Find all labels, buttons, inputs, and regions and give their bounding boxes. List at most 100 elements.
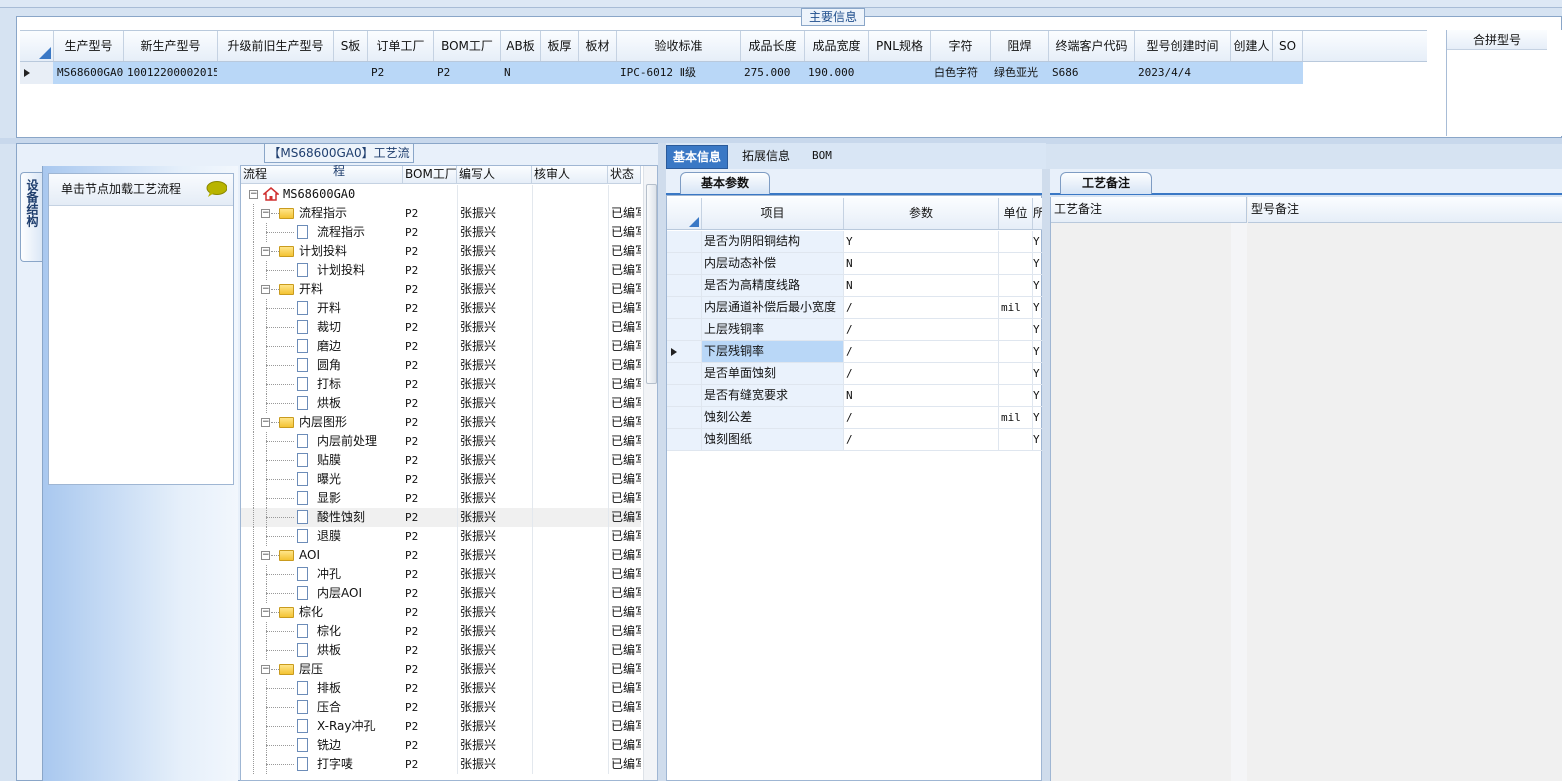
tree-col-header[interactable]: BOM工厂	[403, 166, 457, 183]
tree-bom-cell[interactable]: P2	[403, 375, 457, 394]
tree-flow-cell[interactable]: 酸性蚀刻	[241, 508, 403, 527]
tree-row[interactable]: 开料 P2张振兴 已编写	[241, 299, 641, 318]
tree-status-cell[interactable]: 已编写	[608, 603, 641, 622]
tree-flow-cell[interactable]: − 流程指示	[241, 204, 403, 223]
tree-row[interactable]: 贴膜 P2张振兴 已编写	[241, 451, 641, 470]
tree-flow-cell[interactable]: 显影	[241, 489, 403, 508]
tree-bom-cell[interactable]: P2	[403, 698, 457, 717]
tree-status-cell[interactable]: 已编写	[608, 508, 641, 527]
main-cell[interactable]: S686	[1049, 62, 1135, 84]
tree-writer-cell[interactable]: 张振兴	[457, 375, 532, 394]
param-row[interactable]: 内层动态补偿 N Y	[667, 253, 1043, 275]
tree-writer-cell[interactable]: 张振兴	[457, 413, 532, 432]
main-col-header[interactable]: 成品宽度	[805, 31, 869, 61]
param-unit-cell[interactable]	[999, 275, 1033, 296]
tree-bom-cell[interactable]: P2	[403, 261, 457, 280]
param-unit-cell[interactable]	[999, 363, 1033, 384]
main-cell[interactable]: N	[501, 62, 541, 84]
collapse-toggle-icon[interactable]: −	[249, 190, 258, 199]
model-remark-area[interactable]: 型号备注	[1248, 197, 1562, 781]
tree-bom-cell[interactable]: P2	[403, 413, 457, 432]
tree-reviewer-cell[interactable]	[532, 698, 608, 717]
tree-flow-cell[interactable]: 退膜	[241, 527, 403, 546]
tree-row[interactable]: 流程指示 P2张振兴 已编写	[241, 223, 641, 242]
tree-reviewer-cell[interactable]	[532, 318, 608, 337]
tree-reviewer-cell[interactable]	[532, 736, 608, 755]
tree-bom-cell[interactable]: P2	[403, 470, 457, 489]
main-col-header[interactable]: 字符	[931, 31, 991, 61]
tree-reviewer-cell[interactable]	[532, 299, 608, 318]
tree-status-cell[interactable]: 已编写	[608, 318, 641, 337]
main-cell[interactable]: 275.000	[741, 62, 805, 84]
tree-status-cell[interactable]: 已编写	[608, 280, 641, 299]
process-remark-scrollbar[interactable]	[1231, 223, 1247, 781]
param-row-indicator[interactable]	[667, 253, 702, 274]
main-cell[interactable]: 绿色亚光	[991, 62, 1049, 84]
tree-col-header[interactable]: 编写人	[457, 166, 532, 183]
tree-writer-cell[interactable]: 张振兴	[457, 280, 532, 299]
tree-bom-cell[interactable]: P2	[403, 508, 457, 527]
param-row-indicator[interactable]	[667, 341, 702, 362]
tree-writer-cell[interactable]: 张振兴	[457, 717, 532, 736]
tree-reviewer-cell[interactable]	[532, 451, 608, 470]
tree-reviewer-cell[interactable]	[532, 489, 608, 508]
main-col-header[interactable]: 验收标准	[617, 31, 741, 61]
tree-status-cell[interactable]: 已编写	[608, 622, 641, 641]
tree-flow-cell[interactable]: 开料	[241, 299, 403, 318]
tree-reviewer-cell[interactable]	[532, 356, 608, 375]
tree-writer-cell[interactable]: 张振兴	[457, 489, 532, 508]
tree-row[interactable]: − 流程指示 P2张振兴 已编写	[241, 204, 641, 223]
collapse-toggle-icon[interactable]: −	[261, 665, 270, 674]
tree-reviewer-cell[interactable]	[532, 717, 608, 736]
tree-flow-cell[interactable]: 铣边	[241, 736, 403, 755]
main-info-grid-row[interactable]: MS68600GA0 10012200002015 P2 P2 N IPC-6012 Ⅱ级…	[20, 62, 1303, 84]
tree-row[interactable]: 烘板 P2张振兴 已编写	[241, 394, 641, 413]
tree-status-cell[interactable]: 已编写	[608, 223, 641, 242]
tree-status-cell[interactable]: 已编写	[608, 736, 641, 755]
tree-reviewer-cell[interactable]	[532, 584, 608, 603]
tree-writer-cell[interactable]: 张振兴	[457, 394, 532, 413]
main-col-header[interactable]: 生产型号	[54, 31, 124, 61]
tree-status-cell[interactable]: 已编写	[608, 432, 641, 451]
tree-flow-cell[interactable]: 烘板	[241, 641, 403, 660]
tree-writer-cell[interactable]: 张振兴	[457, 242, 532, 261]
tree-writer-cell[interactable]: 张振兴	[457, 622, 532, 641]
collapse-toggle-icon[interactable]: −	[261, 608, 270, 617]
tree-bom-cell[interactable]: P2	[403, 584, 457, 603]
tree-row[interactable]: 显影 P2张振兴 已编写	[241, 489, 641, 508]
tree-row[interactable]: 打字唛 P2张振兴 已编写	[241, 755, 641, 774]
tree-writer-cell[interactable]: 张振兴	[457, 584, 532, 603]
tree-reviewer-cell[interactable]	[532, 508, 608, 527]
tree-reviewer-cell[interactable]	[532, 261, 608, 280]
tree-reviewer-cell[interactable]	[532, 223, 608, 242]
tree-col-header[interactable]: 状态	[608, 166, 641, 183]
main-cell[interactable]	[869, 62, 931, 84]
tree-writer-cell[interactable]: 张振兴	[457, 660, 532, 679]
tree-flow-cell[interactable]: 打字唛	[241, 755, 403, 774]
tree-writer-cell[interactable]: 张振兴	[457, 698, 532, 717]
vertical-splitter-left[interactable]	[658, 143, 666, 781]
collapse-toggle-icon[interactable]: −	[261, 285, 270, 294]
process-remark-area[interactable]: 工艺备注	[1051, 197, 1247, 781]
param-item-cell[interactable]: 下层残铜率	[702, 341, 844, 362]
param-row-indicator[interactable]	[667, 429, 702, 450]
tree-writer-cell[interactable]: 张振兴	[457, 527, 532, 546]
tree-status-cell[interactable]: 已编写	[608, 204, 641, 223]
tree-row[interactable]: 内层前处理 P2张振兴 已编写	[241, 432, 641, 451]
param-row[interactable]: 蚀刻图纸 / Y	[667, 429, 1043, 451]
param-item-cell[interactable]: 内层动态补偿	[702, 253, 844, 274]
tree-reviewer-cell[interactable]	[532, 432, 608, 451]
tree-writer-cell[interactable]: 张振兴	[457, 736, 532, 755]
param-item-cell[interactable]: 是否单面蚀刻	[702, 363, 844, 384]
tree-flow-cell[interactable]: 裁切	[241, 318, 403, 337]
tree-row[interactable]: 退膜 P2张振兴 已编写	[241, 527, 641, 546]
tree-reviewer-cell[interactable]	[532, 337, 608, 356]
tree-reviewer-cell[interactable]	[532, 375, 608, 394]
main-cell[interactable]	[218, 62, 334, 84]
tree-reviewer-cell[interactable]	[532, 565, 608, 584]
tree-flow-cell[interactable]: 圆角	[241, 356, 403, 375]
tree-writer-cell[interactable]: 张振兴	[457, 299, 532, 318]
tree-flow-cell[interactable]: 打标	[241, 375, 403, 394]
tree-bom-cell[interactable]: P2	[403, 622, 457, 641]
tree-bom-cell[interactable]: P2	[403, 204, 457, 223]
